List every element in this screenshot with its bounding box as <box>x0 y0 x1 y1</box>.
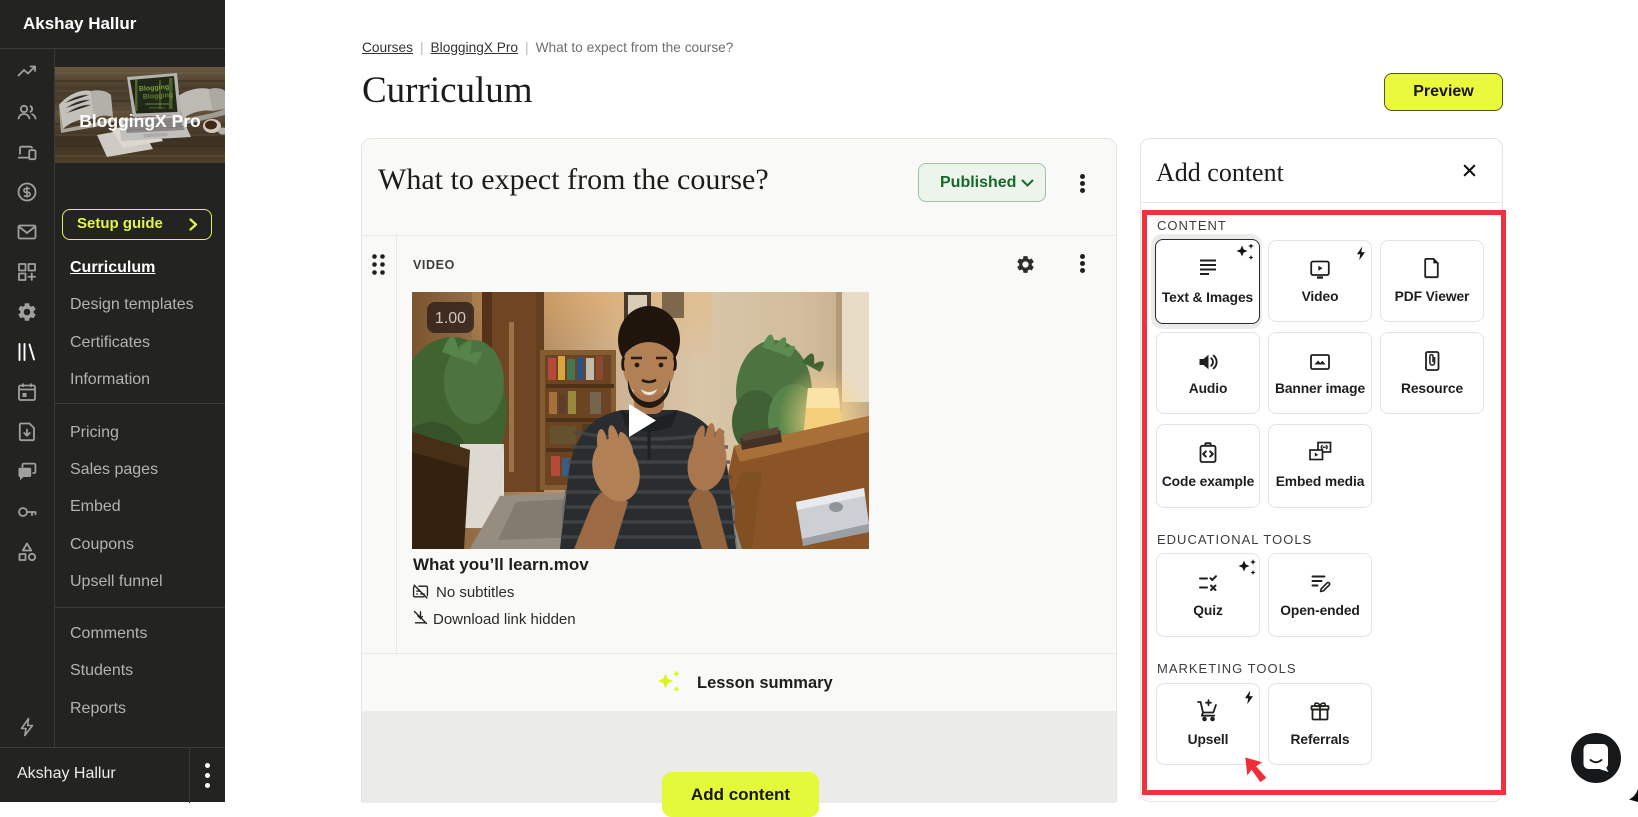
svg-text:1.00: 1.00 <box>435 310 466 327</box>
svg-text:BloggingX Pro: BloggingX Pro <box>79 111 201 131</box>
